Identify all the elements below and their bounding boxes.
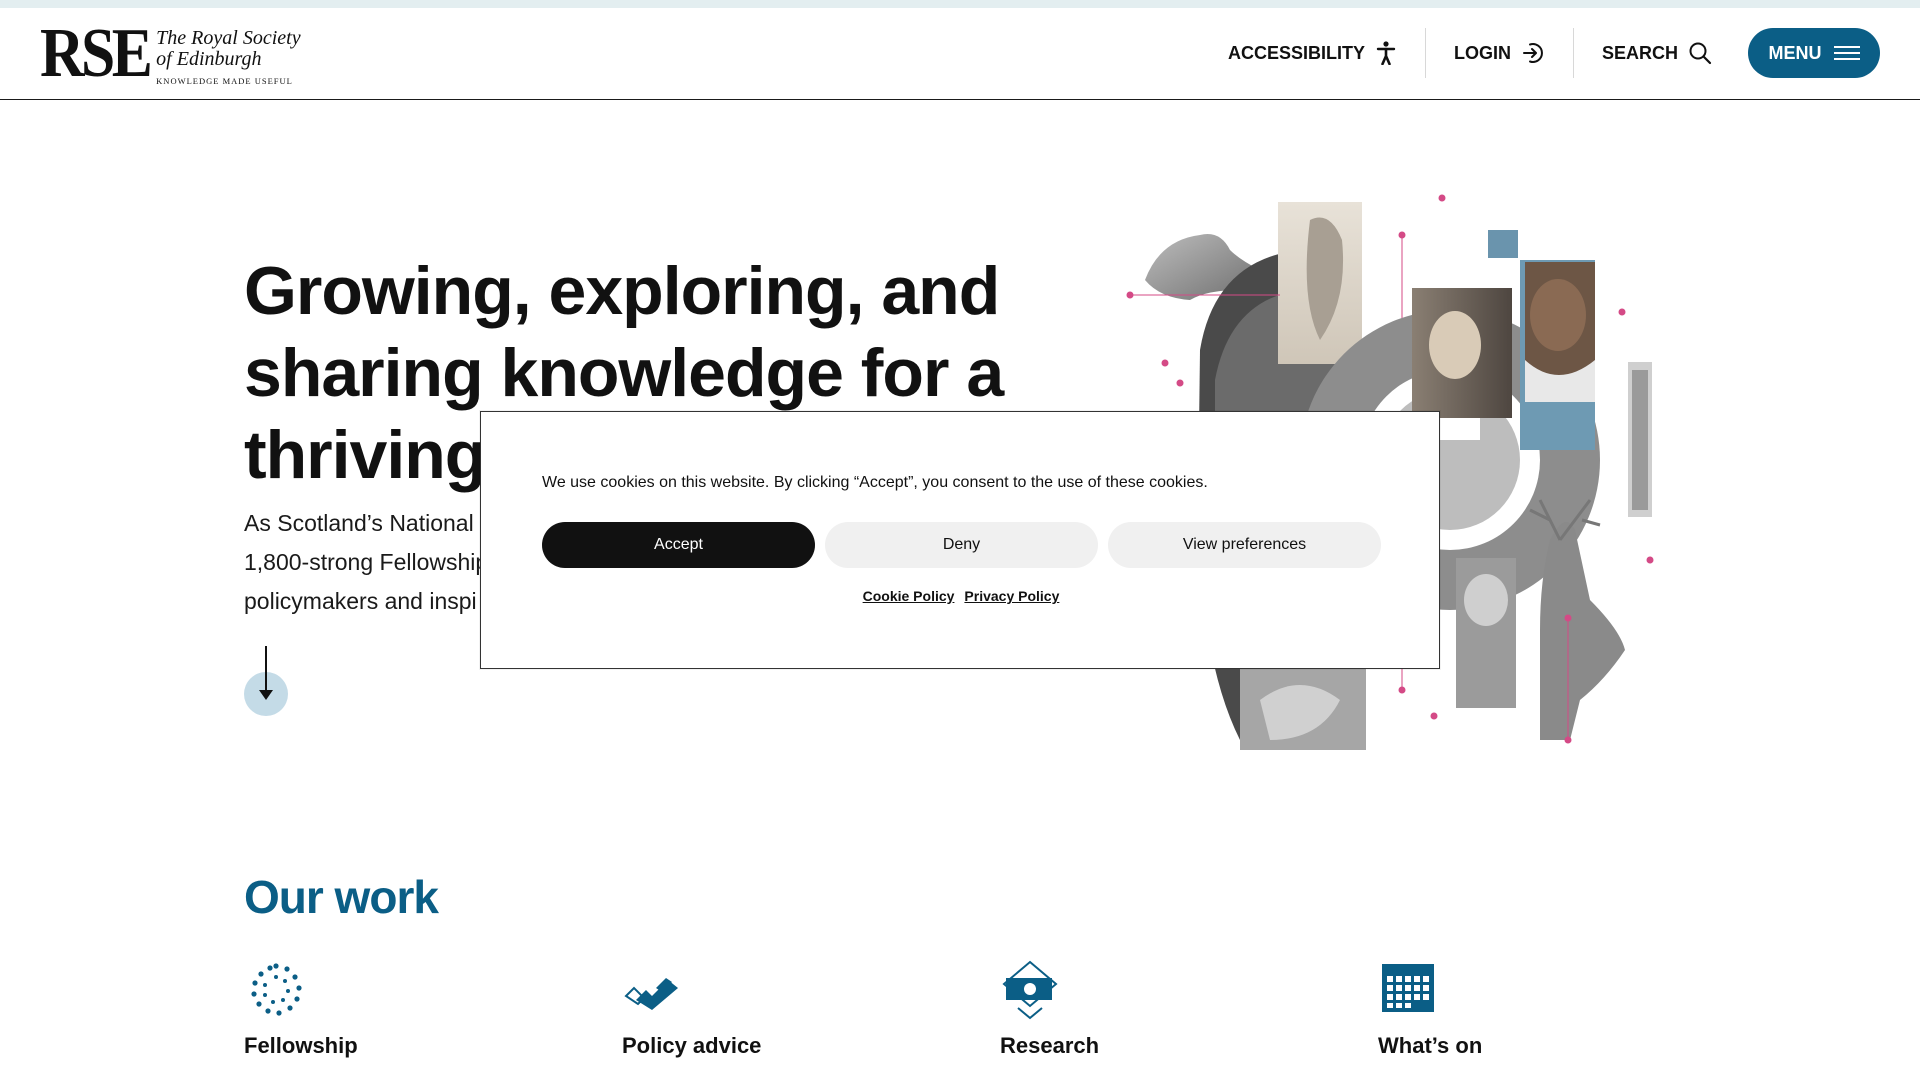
accept-cookies-button[interactable]: Accept — [542, 522, 815, 568]
logo-text: The Royal Society of Edinburgh KNOWLEDGE… — [156, 24, 301, 87]
cookie-button-group: Accept Deny View preferences — [542, 522, 1381, 568]
deny-cookies-button[interactable]: Deny — [825, 522, 1098, 568]
header-tools: ACCESSIBILITY LOGIN SEARCH MENU — [1200, 28, 1880, 78]
login-icon — [1522, 43, 1543, 63]
logo-name-line2: of Edinburgh — [156, 48, 262, 70]
work-item-label: What’s on — [1378, 1033, 1483, 1058]
menu-button[interactable]: MENU — [1748, 28, 1880, 78]
work-item-fellowship[interactable]: Fellowship — [244, 960, 544, 1059]
menu-label: MENU — [1768, 42, 1822, 63]
hero-desc-line: 1,800-strong Fellowship — [244, 549, 489, 575]
cookie-links: Cookie Policy Privacy Policy — [481, 588, 1441, 604]
top-strip — [0, 0, 1920, 8]
site-header: RSE The Royal Society of Edinburgh KNOWL… — [0, 8, 1920, 100]
research-icon — [1002, 960, 1058, 1020]
logo-mark: RSE — [40, 15, 153, 92]
spiral-icon — [251, 963, 302, 1016]
arrow-down-icon — [265, 646, 267, 694]
search-label: SEARCH — [1601, 42, 1678, 63]
privacy-policy-link[interactable]: Privacy Policy — [964, 588, 1059, 604]
hero-title-line: sharing knowledge for a — [244, 335, 1004, 411]
cookie-consent-dialog: We use cookies on this website. By click… — [480, 411, 1440, 669]
accessibility-icon — [1376, 41, 1396, 65]
login-button[interactable]: LOGIN — [1426, 28, 1573, 78]
logo-tagline: KNOWLEDGE MADE USEFUL — [156, 76, 293, 86]
our-work-title: Our work — [244, 871, 439, 923]
cookie-policy-link[interactable]: Cookie Policy — [863, 588, 955, 604]
search-button[interactable]: SEARCH — [1574, 28, 1740, 78]
work-item-label: Research — [1000, 1033, 1100, 1058]
hamburger-icon — [1833, 42, 1860, 64]
work-item-research[interactable]: Research — [1000, 960, 1300, 1059]
accessibility-button[interactable]: ACCESSIBILITY — [1200, 28, 1425, 78]
work-item-whats-on[interactable]: What’s on — [1378, 960, 1678, 1059]
work-item-label: Policy advice — [622, 1033, 762, 1058]
calendar-icon — [1382, 964, 1434, 1012]
hero-title-line: thriving — [244, 417, 486, 493]
rse-logo[interactable]: RSE The Royal Society of Edinburgh KNOWL… — [40, 15, 301, 92]
search-icon — [1689, 42, 1712, 65]
login-label: LOGIN — [1453, 42, 1511, 63]
checkmark-icon — [624, 978, 678, 1010]
accessibility-label: ACCESSIBILITY — [1227, 42, 1365, 63]
arrow-head — [259, 690, 273, 700]
logo-name-line1: The Royal Society — [156, 27, 301, 49]
hero-desc-line: As Scotland’s National — [244, 510, 474, 536]
scroll-down-button[interactable] — [244, 646, 290, 716]
view-preferences-button[interactable]: View preferences — [1108, 522, 1381, 568]
hero-title-line: Growing, exploring, and — [244, 253, 1000, 329]
work-item-label: Fellowship — [244, 1033, 358, 1058]
hero-desc-line: policymakers and inspi — [244, 588, 477, 614]
work-item-policy-advice[interactable]: Policy advice — [622, 960, 922, 1059]
cookie-message: We use cookies on this website. By click… — [542, 474, 1208, 491]
